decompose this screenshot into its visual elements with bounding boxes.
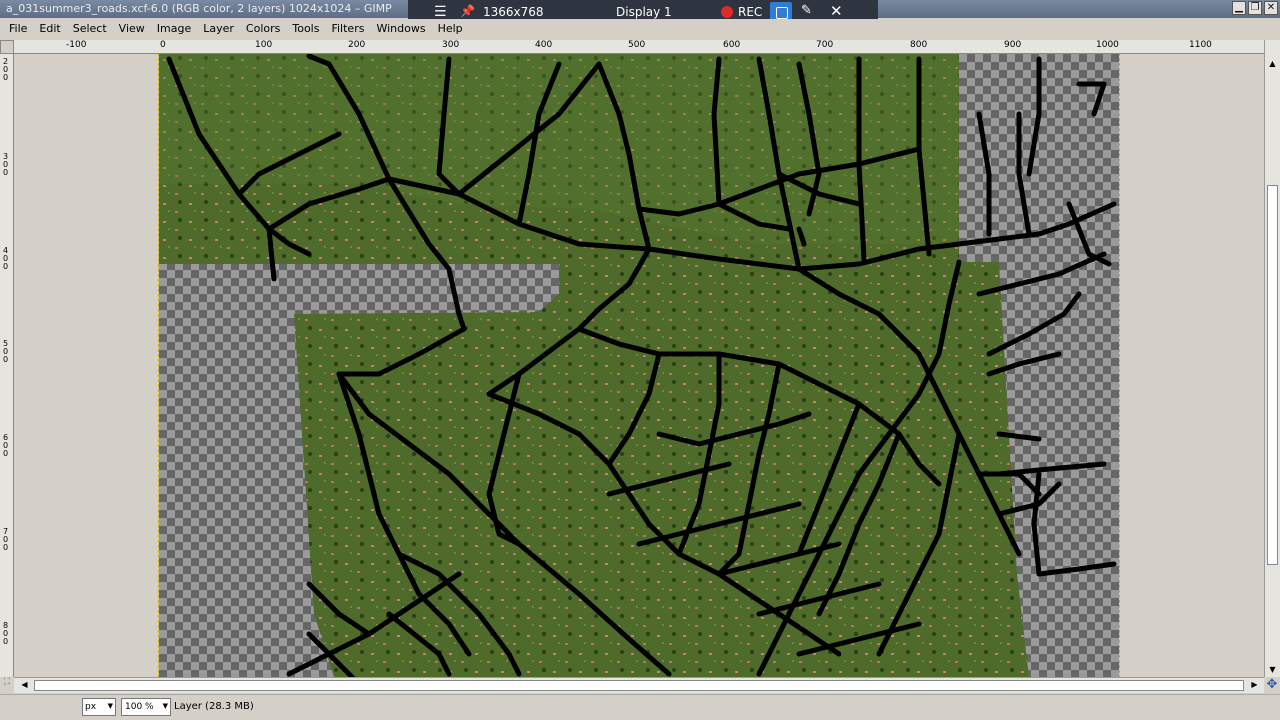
ruler-h-label: 1000	[1096, 40, 1119, 50]
unit-value: px	[85, 702, 97, 712]
menu-file[interactable]: File	[3, 19, 33, 39]
vertical-scrollbar[interactable]: ▲ ▼	[1264, 40, 1280, 677]
close-button[interactable]: ✕	[1264, 1, 1278, 15]
chevron-down-icon: ▼	[107, 702, 113, 710]
pen-icon[interactable]: ✎	[801, 3, 812, 18]
vertical-ruler[interactable]: 200 300 400 500 600 700 800	[0, 54, 14, 677]
ruler-h-label: 700	[816, 40, 834, 50]
zoom-dropdown[interactable]: 100 % ▼	[121, 698, 171, 716]
menu-colors[interactable]: Colors	[240, 19, 286, 39]
record-dot-icon	[721, 6, 733, 18]
scroll-up-arrow-icon[interactable]: ▲	[1267, 58, 1278, 69]
menu-filters[interactable]: Filters	[325, 19, 370, 39]
scroll-down-arrow-icon[interactable]: ▼	[1267, 664, 1278, 675]
ruler-h-label: 400	[535, 40, 553, 50]
menu-help[interactable]: Help	[432, 19, 469, 39]
ruler-h-label: 500	[628, 40, 646, 50]
ruler-h-label: 900	[1004, 40, 1022, 50]
unit-dropdown[interactable]: px ▼	[82, 698, 116, 716]
pin-icon[interactable]: 📌	[460, 4, 475, 18]
minimize-button[interactable]: ▁	[1232, 1, 1246, 15]
ruler-v-label: 300	[3, 152, 9, 177]
menu-select[interactable]: Select	[67, 19, 113, 39]
image-canvas[interactable]	[14, 54, 1264, 677]
ruler-h-label: 300	[442, 40, 460, 50]
ruler-v-label: 600	[3, 433, 9, 458]
rec-button[interactable]: REC	[738, 5, 762, 19]
ruler-h-label: 600	[723, 40, 741, 50]
gimp-window: a_031summer3_roads.xcf-6.0 (RGB color, 2…	[0, 0, 1280, 720]
ruler-h-label: 0	[160, 40, 166, 50]
image-boundary	[158, 54, 1120, 677]
menu-windows[interactable]: Windows	[370, 19, 431, 39]
ruler-v-label: 500	[3, 339, 9, 364]
zoom-value: 100 %	[125, 702, 154, 712]
menu-bar: File Edit Select View Image Layer Colors…	[0, 19, 1280, 39]
ruler-v-label: 400	[3, 246, 9, 271]
chevron-down-icon: ▼	[162, 702, 168, 710]
menu-edit[interactable]: Edit	[33, 19, 66, 39]
window-title: a_031summer3_roads.xcf-6.0 (RGB color, 2…	[6, 2, 392, 15]
ruler-h-label: 100	[255, 40, 273, 50]
menu-icon[interactable]: ☰	[434, 4, 447, 20]
horizontal-ruler[interactable]: -100 0 100 200 300 400 500 600 700 800 9…	[14, 40, 1264, 54]
recorder-close-icon[interactable]: ✕	[830, 2, 843, 20]
ruler-v-label: 800	[3, 621, 9, 646]
ruler-v-label: 700	[3, 527, 9, 552]
horizontal-scrollbar[interactable]: ◀ ▶	[14, 677, 1264, 693]
layer-info-text: Layer (28.3 MB)	[174, 701, 254, 712]
quick-mask-icon[interactable]: ⛶	[0, 677, 14, 693]
ruler-h-label: 200	[348, 40, 366, 50]
menu-view[interactable]: View	[113, 19, 151, 39]
ruler-h-label: -100	[66, 40, 87, 50]
status-bar: px ▼ 100 % ▼ Layer (28.3 MB)	[0, 694, 1280, 720]
menu-layer[interactable]: Layer	[197, 19, 240, 39]
scroll-right-arrow-icon[interactable]: ▶	[1249, 680, 1260, 689]
menu-tools[interactable]: Tools	[286, 19, 325, 39]
display-selector[interactable]: Display 1	[616, 5, 672, 19]
vertical-scroll-thumb[interactable]	[1267, 185, 1278, 565]
ruler-corner-button[interactable]	[0, 40, 14, 54]
ruler-h-label: 800	[910, 40, 928, 50]
ruler-v-label: 200	[3, 57, 9, 82]
horizontal-scroll-thumb[interactable]	[34, 680, 1244, 691]
navigate-icon[interactable]: ✥	[1264, 677, 1280, 693]
window-controls: ▁ ❐ ✕	[1232, 1, 1278, 15]
ruler-h-label: 1100	[1189, 40, 1212, 50]
scroll-left-arrow-icon[interactable]: ◀	[19, 680, 30, 689]
menu-image[interactable]: Image	[151, 19, 197, 39]
recording-resolution[interactable]: 1366x768	[483, 5, 544, 19]
maximize-button[interactable]: ❐	[1248, 1, 1262, 15]
